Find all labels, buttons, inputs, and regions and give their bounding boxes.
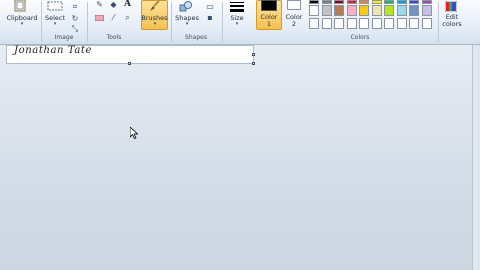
palette-swatch[interactable] [321,0,332,4]
palette-swatch[interactable] [359,18,369,29]
palette-swatch[interactable] [334,5,344,16]
brush-icon[interactable] [147,0,161,12]
palette-swatch[interactable] [384,5,394,16]
crop-icon[interactable]: ⌗ [70,2,80,11]
palette-swatch[interactable] [409,18,419,29]
pencil-icon[interactable]: ✎ [94,0,105,9]
chevron-down-icon[interactable]: ▾ [151,21,159,27]
palette-swatch[interactable] [321,5,332,16]
magnifier-icon[interactable]: ⌕ [122,13,133,22]
palette-swatch[interactable] [384,0,394,4]
color2-swatch[interactable] [287,0,301,10]
chevron-down-icon[interactable]: ▾ [18,21,26,27]
chevron-down-icon[interactable]: ▾ [51,21,59,27]
edit-colors-icon[interactable] [444,0,458,12]
shapes-icon[interactable] [178,0,194,12]
color2-number[interactable]: 2 [282,20,306,28]
palette-swatch[interactable] [334,18,344,29]
separator [222,2,223,42]
separator [41,2,42,42]
image-group-label: Image [54,34,74,41]
palette-swatch[interactable] [421,5,432,16]
palette-swatch[interactable] [421,0,432,4]
vertical-scrollbar[interactable] [472,45,480,270]
palette-swatch[interactable] [384,18,394,29]
separator [87,2,88,42]
chevron-down-icon[interactable]: ▾ [183,21,191,27]
color1-number[interactable]: 1 [256,20,282,28]
palette-swatch[interactable] [346,18,357,29]
edit-colors-button-line2[interactable]: colors [438,20,466,28]
eraser-icon[interactable] [94,13,105,22]
color-picker-icon[interactable]: ⁄ [108,13,119,22]
separator [171,2,172,42]
palette-swatch[interactable] [309,18,319,29]
mouse-cursor-icon [129,124,139,143]
palette-swatch[interactable] [309,5,319,16]
palette-swatch[interactable] [309,0,319,4]
palette-swatch[interactable] [409,5,419,16]
palette-swatch[interactable] [396,18,407,29]
fill-shape-icon[interactable]: ▪ [204,13,216,22]
color1-swatch[interactable] [261,0,277,11]
rotate-icon[interactable]: ↻ [70,14,80,23]
palette-swatch[interactable] [334,0,344,4]
signature-text: Jonathan Tate [14,45,93,56]
fill-icon[interactable]: ◆ [108,0,119,9]
shapes-group-label: Shapes [185,34,207,41]
resize-handle-bottom[interactable] [128,62,131,65]
outline-icon[interactable]: ▭ [204,2,216,11]
resize-handle-right[interactable] [252,53,255,56]
colors-group-label: Colors [350,34,370,41]
resize-handle-corner[interactable] [252,62,255,65]
ribbon: Clipboard ▾ Select ▾ ⌗ ↻ ⤡ Image ✎ ◆ A ⁄… [0,0,480,45]
palette-swatch[interactable] [321,18,332,29]
palette-swatch[interactable] [359,0,369,4]
tools-group-label: Tools [106,34,122,41]
text-icon[interactable]: A [122,0,133,9]
canvas-area[interactable] [0,45,480,270]
palette-swatch[interactable] [346,0,357,4]
palette-swatch[interactable] [346,5,357,16]
resize-icon[interactable]: ⤡ [70,24,80,33]
paste-icon[interactable] [13,0,27,12]
palette-swatch[interactable] [421,18,432,29]
palette-swatch[interactable] [371,18,382,29]
palette-swatch[interactable] [396,5,407,16]
size-icon[interactable] [228,0,246,12]
palette-swatch[interactable] [371,0,382,4]
chevron-down-icon[interactable]: ▾ [233,21,241,27]
palette-swatch[interactable] [371,5,382,16]
select-icon[interactable] [47,0,63,11]
palette-swatch[interactable] [396,0,407,4]
palette-swatch[interactable] [359,5,369,16]
palette-swatch[interactable] [409,0,419,4]
